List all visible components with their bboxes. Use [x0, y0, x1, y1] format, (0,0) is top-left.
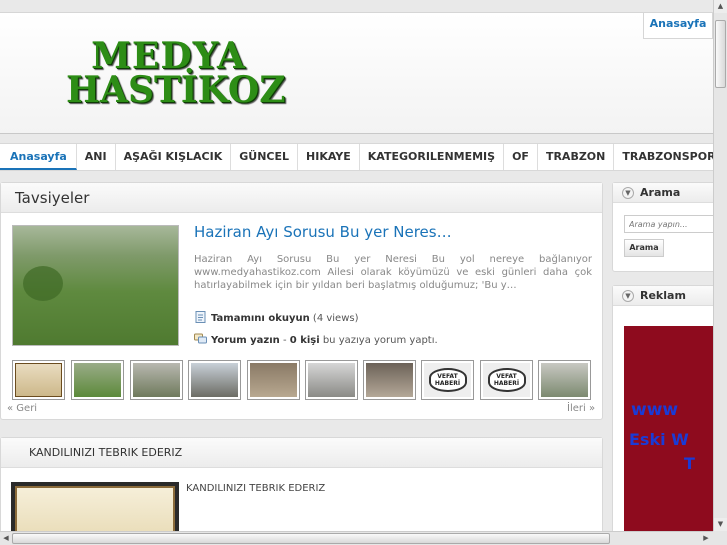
main-nav: Anasayfa ANI AŞAĞI KIŞLACIK GÜNCEL HIKAYE KAT…: [0, 143, 713, 171]
ad-text-line-3: T: [684, 454, 695, 473]
featured-post-title[interactable]: Haziran Ayı Sorusu Bu yer Neres…: [194, 223, 452, 241]
comment-line: Yorum yazın - 0 kişi bu yazıya yorum yap…: [194, 333, 438, 346]
vertical-scroll-thumb[interactable]: [715, 20, 726, 88]
chevron-down-icon[interactable]: ▼: [622, 290, 634, 302]
read-more-link[interactable]: Tamamını okuyun: [211, 313, 310, 324]
nav-item-ani[interactable]: ANI: [77, 144, 116, 170]
thumbnail[interactable]: [363, 360, 416, 400]
search-widget: Arama ▼ Arama: [612, 182, 727, 272]
ad-text-line-1: www: [631, 400, 679, 420]
nav-item-hikaye[interactable]: HIKAYE: [298, 144, 360, 170]
read-more-line: Tamamını okuyun (4 views): [194, 311, 359, 324]
logo-line-2: HASTİKOZ: [66, 69, 286, 111]
post-panel: ▼ KANDILINIZI TEBRIK EDERIZ KANDILINIZI …: [0, 437, 603, 545]
thumb-vefat-label: VEFAT HABERİ: [428, 368, 467, 392]
thumbnail[interactable]: [12, 360, 65, 400]
featured-excerpt: Haziran Ayı Sorusu Bu yer Neresi Bu yol …: [194, 254, 592, 291]
thumb-vefat-label: VEFAT HABERİ: [487, 368, 526, 392]
scroll-down-icon[interactable]: ▼: [714, 518, 727, 531]
ad-banner[interactable]: www Eski W T: [624, 326, 727, 545]
post-text: KANDILINIZI TEBRIK EDERIZ: [186, 483, 326, 494]
featured-section-title: Tavsiyeler: [1, 183, 602, 213]
scroll-right-icon[interactable]: ▶: [700, 532, 712, 545]
document-icon: [194, 311, 207, 323]
search-input[interactable]: [624, 215, 727, 233]
comment-link[interactable]: Yorum yazın: [211, 335, 280, 346]
nav-item-trabzon[interactable]: TRABZON: [538, 144, 615, 170]
horizontal-scroll-thumb[interactable]: [12, 533, 610, 544]
thumbnail[interactable]: [305, 360, 358, 400]
ad-text-line-2: Eski W: [629, 430, 689, 449]
top-home-tab[interactable]: Anasayfa: [643, 13, 713, 39]
featured-panel: Tavsiyeler Haziran Ayı Sorusu Bu yer Ner…: [0, 182, 603, 420]
nav-item-anasayfa[interactable]: Anasayfa: [0, 144, 77, 170]
comment-suffix: bu yazıya yorum yaptı.: [319, 335, 438, 346]
post-title[interactable]: KANDILINIZI TEBRIK EDERIZ: [1, 438, 602, 468]
horizontal-scrollbar[interactable]: ◀ ▶: [0, 531, 713, 545]
nav-item-of[interactable]: OF: [504, 144, 538, 170]
vertical-scrollbar[interactable]: ▲ ▼: [713, 0, 727, 531]
thumbnail[interactable]: VEFAT HABERİ: [480, 360, 533, 400]
comment-count: 0 kişi: [289, 335, 320, 346]
thumbnail[interactable]: [130, 360, 183, 400]
thumbnail[interactable]: [188, 360, 241, 400]
thumbnail[interactable]: VEFAT HABERİ: [421, 360, 474, 400]
site-header: MEDYA HASTİKOZ Anasayfa: [0, 12, 713, 134]
scrollbar-corner: [713, 531, 727, 545]
comment-separator: -: [279, 335, 290, 346]
scroll-up-icon[interactable]: ▲: [714, 0, 727, 13]
next-link[interactable]: İleri »: [567, 403, 595, 414]
comment-icon: [194, 333, 207, 344]
nav-item-trabzonspor[interactable]: TRABZONSPOR: [614, 144, 713, 170]
nav-item-asagi-kislacik[interactable]: AŞAĞI KIŞLACIK: [116, 144, 232, 170]
logo-line-1: MEDYA: [91, 35, 246, 77]
featured-image[interactable]: [12, 225, 179, 346]
chevron-down-icon[interactable]: ▼: [622, 187, 634, 199]
views-count: (4 views): [312, 313, 359, 324]
thumbnail-strip: VEFAT HABERİ VEFAT HABERİ: [12, 360, 592, 400]
site-logo[interactable]: MEDYA HASTİKOZ: [66, 35, 286, 111]
thumbnail[interactable]: [538, 360, 591, 400]
thumbnail[interactable]: [71, 360, 124, 400]
ad-widget: Reklam ▼ www Eski W T: [612, 285, 727, 545]
prev-link[interactable]: « Geri: [7, 403, 37, 414]
nav-item-guncel[interactable]: GÜNCEL: [231, 144, 299, 170]
scroll-left-icon[interactable]: ◀: [0, 532, 12, 545]
nav-item-kategorilenmemis[interactable]: KATEGORILENMEMIŞ: [360, 144, 505, 170]
thumbnail[interactable]: [247, 360, 300, 400]
search-button[interactable]: Arama: [624, 239, 664, 257]
